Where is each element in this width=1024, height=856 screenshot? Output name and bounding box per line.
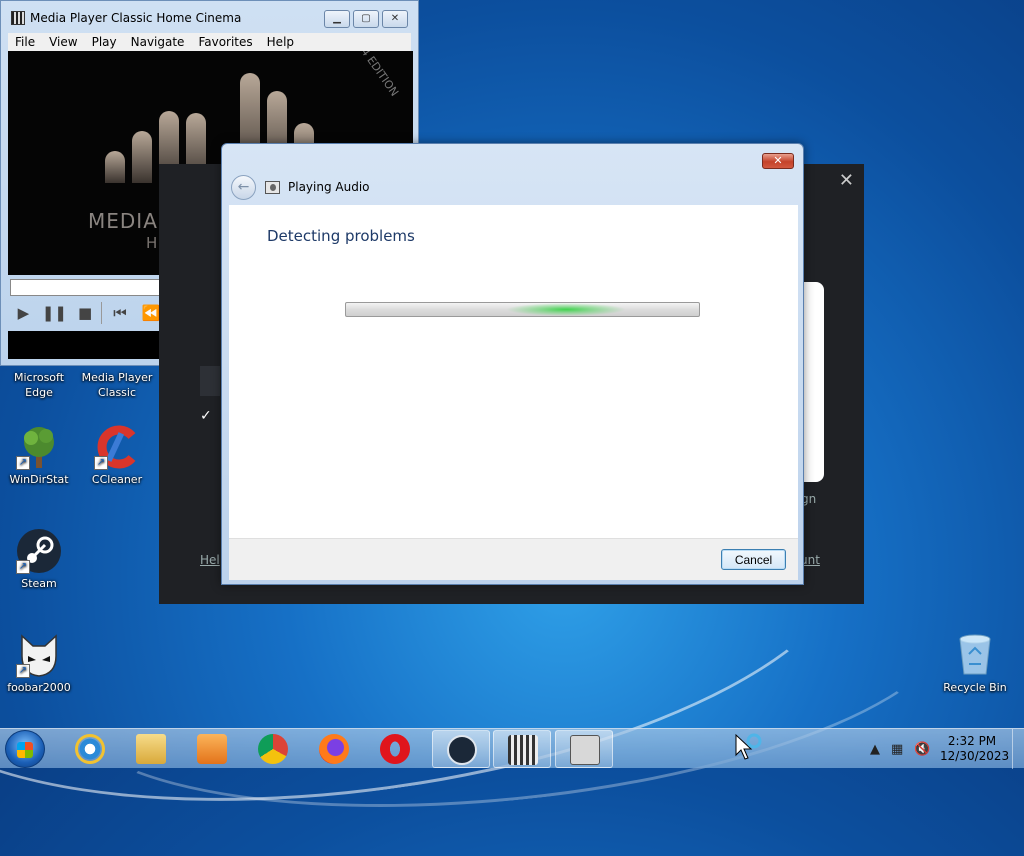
desktop-icon-label: Recycle Bin bbox=[943, 681, 1007, 694]
taskbar-firefox[interactable] bbox=[305, 730, 363, 768]
close-icon[interactable]: ✕ bbox=[839, 170, 854, 191]
maximize-button[interactable]: ▢ bbox=[353, 10, 379, 28]
network-icon[interactable]: ▦ bbox=[891, 742, 903, 757]
cancel-button[interactable]: Cancel bbox=[721, 549, 786, 570]
show-hidden-icons-icon[interactable]: ▲ bbox=[870, 742, 880, 757]
taskbar-file-explorer[interactable] bbox=[122, 730, 180, 768]
shortcut-arrow-icon: ↗ bbox=[94, 456, 108, 470]
taskbar-mpc-hc[interactable] bbox=[493, 730, 551, 768]
checkmark-icon[interactable]: ✓ bbox=[200, 408, 220, 428]
previous-icon[interactable]: ⏮ bbox=[105, 304, 136, 322]
shortcut-arrow-icon: ↗ bbox=[16, 560, 30, 574]
film-icon bbox=[11, 11, 25, 25]
troubleshooter-dialog[interactable]: ✕ ← Playing Audio Detecting problems Can… bbox=[221, 143, 804, 585]
internet-explorer-icon bbox=[75, 734, 105, 764]
menu-help[interactable]: Help bbox=[260, 33, 301, 51]
desktop-icon-label: CCleaner bbox=[91, 473, 143, 486]
progress-bar bbox=[345, 302, 700, 317]
taskbar-troubleshooter[interactable] bbox=[555, 730, 613, 768]
mpc-hc-icon bbox=[508, 735, 538, 765]
back-arrow-icon[interactable]: ← bbox=[231, 175, 256, 200]
ccleaner-icon: ↗ bbox=[94, 424, 140, 470]
steam-icon: ↗ bbox=[16, 528, 62, 574]
volume-muted-icon[interactable]: 🔇 bbox=[914, 742, 930, 757]
progress-glow bbox=[506, 303, 626, 316]
dark-window-field[interactable] bbox=[200, 366, 220, 396]
status-heading: Detecting problems bbox=[267, 227, 415, 245]
taskbar-media-player[interactable] bbox=[183, 730, 241, 768]
menu-play[interactable]: Play bbox=[85, 33, 124, 51]
desktop-icon-label: WinDirStat bbox=[9, 473, 69, 486]
foobar2000-icon: ↗ bbox=[16, 632, 62, 678]
menu-favorites[interactable]: Favorites bbox=[191, 33, 259, 51]
clock-date: 12/30/2023 bbox=[940, 749, 1010, 763]
firefox-icon bbox=[319, 734, 349, 764]
menu-navigate[interactable]: Navigate bbox=[124, 33, 192, 51]
opera-icon bbox=[380, 734, 410, 764]
clock[interactable]: 2:32 PM 12/30/2023 bbox=[940, 734, 1010, 764]
clock-time: 2:32 PM bbox=[947, 734, 997, 748]
taskbar: ▲ ▦ 🔇 2:32 PM 12/30/2023 bbox=[0, 728, 1024, 769]
stop-icon[interactable]: ■ bbox=[70, 304, 101, 322]
close-button[interactable]: ✕ bbox=[762, 153, 794, 169]
menu-file[interactable]: File bbox=[8, 33, 42, 51]
pause-icon[interactable]: ❚❚ bbox=[39, 304, 70, 322]
desktop-icon-recycle-bin[interactable]: Recycle Bin bbox=[936, 632, 1014, 695]
show-desktop-button[interactable] bbox=[1012, 729, 1024, 769]
desktop-icon-label: foobar2000 bbox=[7, 681, 71, 694]
shortcut-arrow-icon: ↗ bbox=[16, 456, 30, 470]
taskbar-internet-explorer[interactable] bbox=[61, 730, 119, 768]
folder-icon bbox=[136, 734, 166, 764]
speaker-icon bbox=[265, 181, 280, 194]
recycle-bin-icon bbox=[952, 632, 998, 678]
play-icon[interactable]: ▶ bbox=[8, 304, 39, 322]
dialog-footer: Cancel bbox=[229, 538, 798, 580]
taskbar-steam[interactable] bbox=[432, 730, 490, 768]
busy-cursor-icon bbox=[735, 733, 762, 760]
desktop-icon-windirstat[interactable]: ↗ WinDirStat bbox=[0, 424, 78, 487]
start-button[interactable] bbox=[5, 730, 45, 768]
dialog-title: Playing Audio bbox=[288, 180, 370, 194]
help-link-text[interactable]: Hel bbox=[200, 553, 220, 567]
mpc-title-bar[interactable]: Media Player Classic Home Cinema ▁ ▢ ✕ bbox=[1, 1, 418, 33]
desktop-icon-media-player-classic[interactable]: Media Player Classic bbox=[78, 370, 156, 400]
logo-bar bbox=[132, 131, 152, 183]
mpc-edition-text: x64 EDITION bbox=[350, 51, 402, 99]
taskbar-chrome[interactable] bbox=[244, 730, 302, 768]
desktop-icon-ccleaner[interactable]: ↗ CCleaner bbox=[78, 424, 156, 487]
desktop-icon-steam[interactable]: ↗ Steam bbox=[0, 528, 78, 591]
shortcut-arrow-icon: ↗ bbox=[16, 664, 30, 678]
dialog-content: Detecting problems bbox=[229, 205, 798, 538]
desktop-icon-label: Microsoft Edge bbox=[13, 371, 65, 399]
windirstat-icon: ↗ bbox=[16, 424, 62, 470]
mpc-menu-bar: File View Play Navigate Favorites Help bbox=[8, 33, 411, 51]
taskbar-opera[interactable] bbox=[366, 730, 424, 768]
close-button[interactable]: ✕ bbox=[382, 10, 408, 28]
desktop-icon-microsoft-edge[interactable]: Microsoft Edge bbox=[0, 370, 78, 400]
chrome-icon bbox=[258, 734, 288, 764]
steam-icon bbox=[447, 735, 477, 765]
minimize-button[interactable]: ▁ bbox=[324, 10, 350, 28]
desktop-icon-label: Media Player Classic bbox=[81, 371, 153, 399]
troubleshooter-icon bbox=[570, 735, 600, 765]
desktop-icon-label: Steam bbox=[21, 577, 57, 590]
desktop-icon-foobar2000[interactable]: ↗ foobar2000 bbox=[0, 632, 78, 695]
logo-bar bbox=[105, 151, 125, 183]
media-player-icon bbox=[197, 734, 227, 764]
menu-view[interactable]: View bbox=[42, 33, 84, 51]
mpc-window-title: Media Player Classic Home Cinema bbox=[30, 11, 242, 25]
